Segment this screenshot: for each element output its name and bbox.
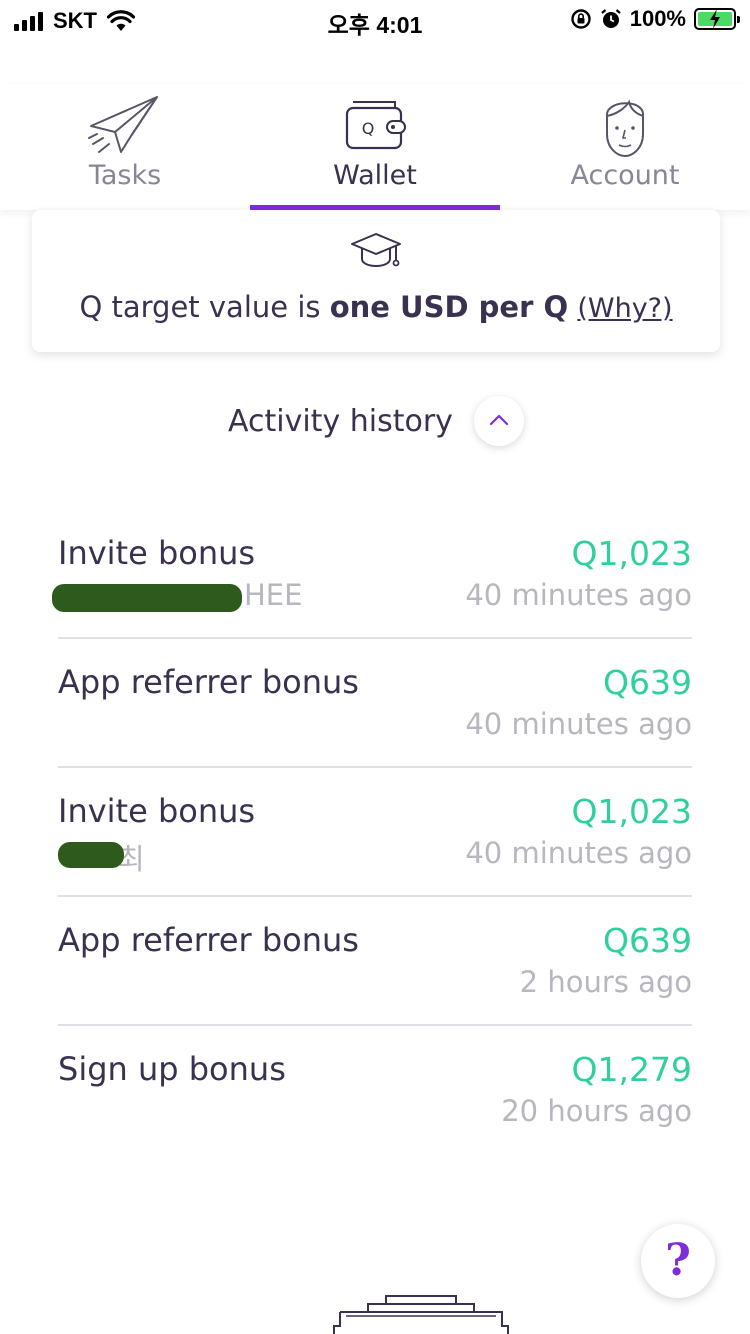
redacted-name-mark: [58, 842, 124, 868]
activity-title: Invite bonus: [58, 534, 256, 572]
status-right: 100%: [570, 6, 740, 32]
q-target-value: one USD per Q: [329, 290, 569, 324]
activity-list: Invite bonus HEE Q1,023 40 minutes ago A…: [52, 510, 692, 1155]
activity-title: Sign up bonus: [58, 1050, 286, 1088]
list-item[interactable]: App referrer bonus Q639 2 hours ago: [58, 897, 692, 1026]
collapse-history-button[interactable]: [474, 396, 524, 446]
battery-charging-icon: [694, 8, 740, 30]
tab-tasks[interactable]: Tasks: [0, 84, 250, 210]
status-bar: SKT 오후 4:01 100%: [0, 0, 750, 42]
q-target-text: Q target value is one USD per Q (Why?): [32, 290, 720, 324]
chevron-up-icon: [489, 414, 509, 426]
help-button[interactable]: ?: [641, 1224, 715, 1298]
tab-account-label: Account: [570, 160, 680, 191]
tab-account[interactable]: Account: [500, 84, 750, 210]
redacted-name-mark: [52, 584, 242, 612]
q-target-prefix: Q target value is: [79, 290, 330, 324]
tab-wallet-label: Wallet: [333, 160, 417, 191]
why-link[interactable]: (Why?): [577, 293, 672, 324]
activity-amount: Q1,023: [571, 792, 692, 831]
rotation-lock-icon: [571, 9, 591, 29]
paper-plane-icon: [88, 96, 158, 153]
alarm-icon: [601, 9, 621, 28]
battery-percent: 100%: [629, 6, 686, 31]
activity-time: 40 minutes ago: [465, 578, 692, 612]
wallet-screen: SKT 오후 4:01 100% Tasks Q Wallet Account …: [0, 0, 750, 1334]
tab-tasks-label: Tasks: [88, 160, 162, 191]
activity-amount: Q639: [603, 663, 692, 702]
top-tab-bar: Tasks Q Wallet Account: [0, 84, 750, 210]
person-face-icon: [606, 99, 644, 158]
activity-title: App referrer bonus: [58, 663, 359, 701]
tab-wallet[interactable]: Q Wallet: [250, 84, 500, 210]
wallet-icon: Q: [345, 101, 406, 150]
svg-text:Q: Q: [362, 119, 375, 138]
q-target-info-card: Q target value is one USD per Q (Why?): [32, 210, 720, 352]
activity-amount: Q639: [603, 921, 692, 960]
activity-time: 40 minutes ago: [465, 836, 692, 870]
list-item[interactable]: App referrer bonus Q639 40 minutes ago: [58, 639, 692, 768]
podium-illustration: [333, 1295, 509, 1334]
activity-amount: Q1,023: [571, 534, 692, 573]
list-item[interactable]: Invite bonus HEE Q1,023 40 minutes ago: [52, 510, 692, 639]
activity-time: 20 hours ago: [501, 1094, 692, 1128]
activity-amount: Q1,279: [571, 1050, 692, 1089]
activity-time: 40 minutes ago: [465, 707, 692, 741]
activity-history-title: Activity history: [228, 404, 453, 439]
list-item[interactable]: Invite bonus 최 Q1,023 40 minutes ago: [58, 768, 692, 897]
graduation-cap-icon: [351, 233, 401, 268]
activity-title: Invite bonus: [58, 792, 256, 830]
activity-title: App referrer bonus: [58, 921, 359, 959]
activity-time: 2 hours ago: [519, 965, 692, 999]
list-item[interactable]: Sign up bonus Q1,279 20 hours ago: [58, 1026, 692, 1155]
